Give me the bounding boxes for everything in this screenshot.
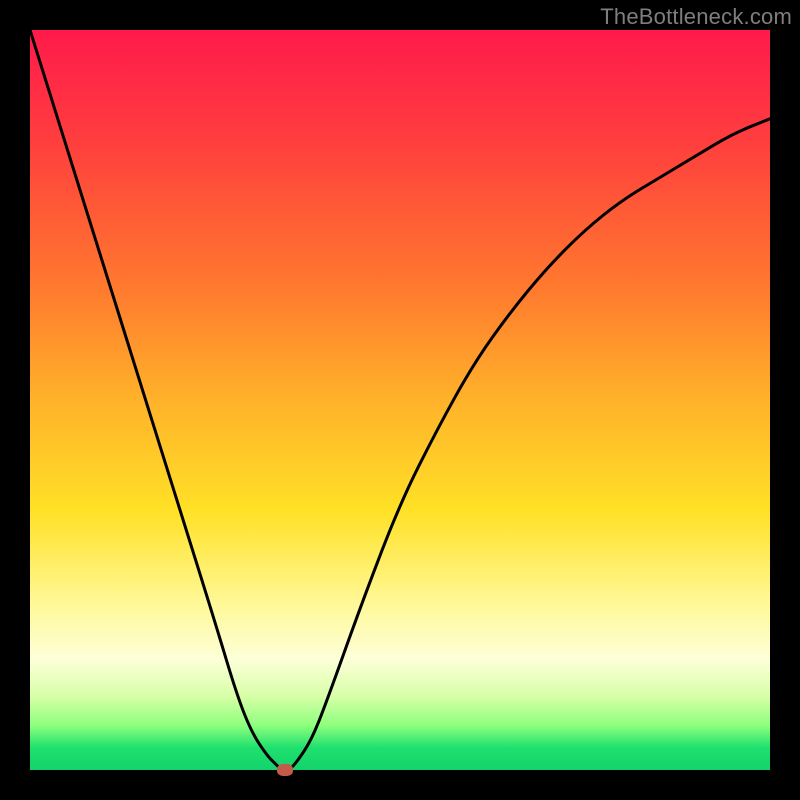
watermark-text: TheBottleneck.com	[600, 4, 792, 30]
bottleneck-curve	[30, 30, 770, 770]
chart-frame: TheBottleneck.com	[0, 0, 800, 800]
plot-area	[30, 30, 770, 770]
optimum-marker	[277, 764, 293, 776]
curve-layer	[30, 30, 770, 770]
